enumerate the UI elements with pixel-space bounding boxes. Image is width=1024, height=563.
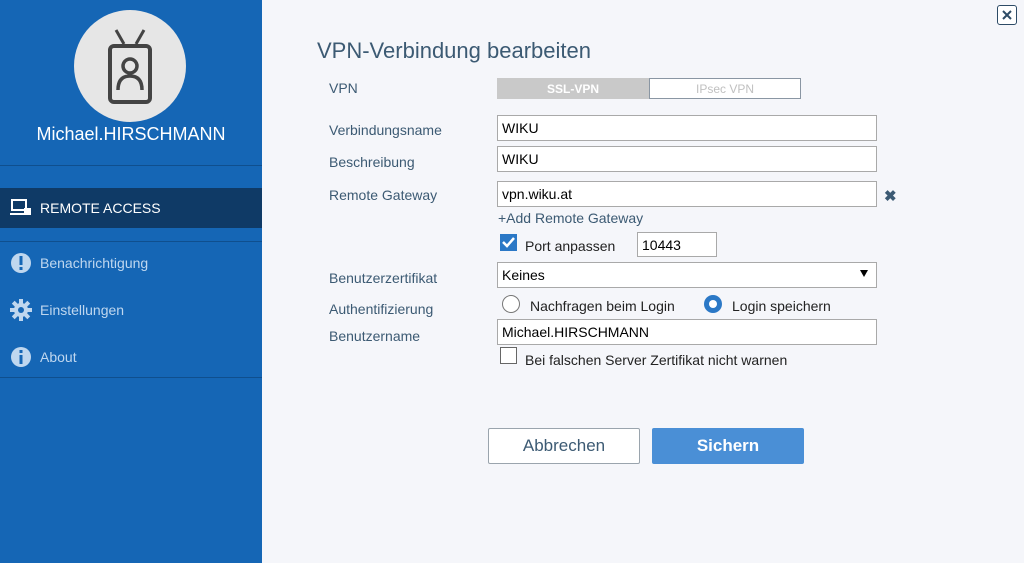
sidebar-item-about[interactable]: About xyxy=(0,337,262,377)
auth-save-radio[interactable] xyxy=(704,295,722,313)
avatar xyxy=(74,10,186,122)
close-icon xyxy=(1002,10,1012,20)
sidebar-item-label: Einstellungen xyxy=(40,302,125,318)
sidebar-item-label: About xyxy=(40,349,77,365)
no-warn-checkbox[interactable] xyxy=(500,347,517,364)
alert-icon xyxy=(10,252,32,274)
sidebar-divider xyxy=(0,165,262,166)
connection-name-field[interactable]: WIKU xyxy=(497,115,877,141)
sidebar-item-remote-access[interactable]: REMOTE ACCESS xyxy=(0,188,262,228)
sidebar-item-benachrichtigung[interactable]: Benachrichtigung xyxy=(0,243,262,283)
remove-gateway-icon[interactable]: ✖ xyxy=(884,187,897,205)
certificate-selected-value: Keines xyxy=(502,267,545,283)
auth-ask-label: Nachfragen beim Login xyxy=(530,298,675,314)
gear-icon xyxy=(10,299,32,321)
page-title: VPN-Verbindung bearbeiten xyxy=(317,38,591,63)
user-name: Michael.HIRSCHMANN xyxy=(36,124,226,144)
ipsec-vpn-option[interactable]: IPsec VPN xyxy=(649,78,801,99)
cancel-button[interactable]: Abbrechen xyxy=(488,428,640,464)
remote-gateway-field[interactable]: vpn.wiku.at xyxy=(497,181,877,207)
username-label: Benutzername xyxy=(329,328,421,344)
ssl-vpn-option[interactable]: SSL-VPN xyxy=(497,78,649,99)
sidebar-item-einstellungen[interactable]: Einstellungen xyxy=(0,290,262,330)
auth-save-label: Login speichern xyxy=(732,298,831,314)
description-field[interactable]: WIKU xyxy=(497,146,877,172)
vpn-label: VPN xyxy=(329,80,358,96)
connection-name-label: Verbindungsname xyxy=(329,122,442,138)
vpn-type-toggle: SSL-VPN IPsec VPN xyxy=(497,78,801,99)
info-icon xyxy=(10,346,32,368)
edit-vpn-panel: VPN-Verbindung bearbeiten VPN SSL-VPN IP… xyxy=(262,0,1024,563)
id-badge-icon xyxy=(108,29,152,104)
save-button[interactable]: Sichern xyxy=(652,428,804,464)
port-checkbox-label: Port anpassen xyxy=(525,238,616,254)
sidebar-divider xyxy=(0,241,262,242)
authentication-label: Authentifizierung xyxy=(329,301,434,317)
certificate-label: Benutzerzertifikat xyxy=(329,270,438,286)
no-warn-checkbox-label: Bei falschen Server Zertifikat nicht war… xyxy=(525,352,788,368)
sidebar-item-label: REMOTE ACCESS xyxy=(40,200,161,216)
add-remote-gateway-link[interactable]: +Add Remote Gateway xyxy=(498,210,643,226)
remote-gateway-label: Remote Gateway xyxy=(329,187,438,203)
certificate-select[interactable]: Keines xyxy=(497,262,877,288)
username-field[interactable]: Michael.HIRSCHMANN xyxy=(497,319,877,345)
auth-ask-radio[interactable] xyxy=(502,295,520,313)
checkmark-icon xyxy=(502,237,515,248)
port-field[interactable]: 10443 xyxy=(637,232,717,257)
description-label: Beschreibung xyxy=(329,154,415,170)
sidebar-item-label: Benachrichtigung xyxy=(40,255,149,271)
dropdown-arrow-icon xyxy=(860,270,868,277)
sidebar-divider xyxy=(0,377,262,378)
close-button[interactable] xyxy=(997,5,1017,25)
sidebar: Michael.HIRSCHMANN REMOTE ACCESS Benachr… xyxy=(0,0,262,563)
remote-access-icon xyxy=(10,197,32,219)
port-checkbox[interactable] xyxy=(500,234,517,251)
